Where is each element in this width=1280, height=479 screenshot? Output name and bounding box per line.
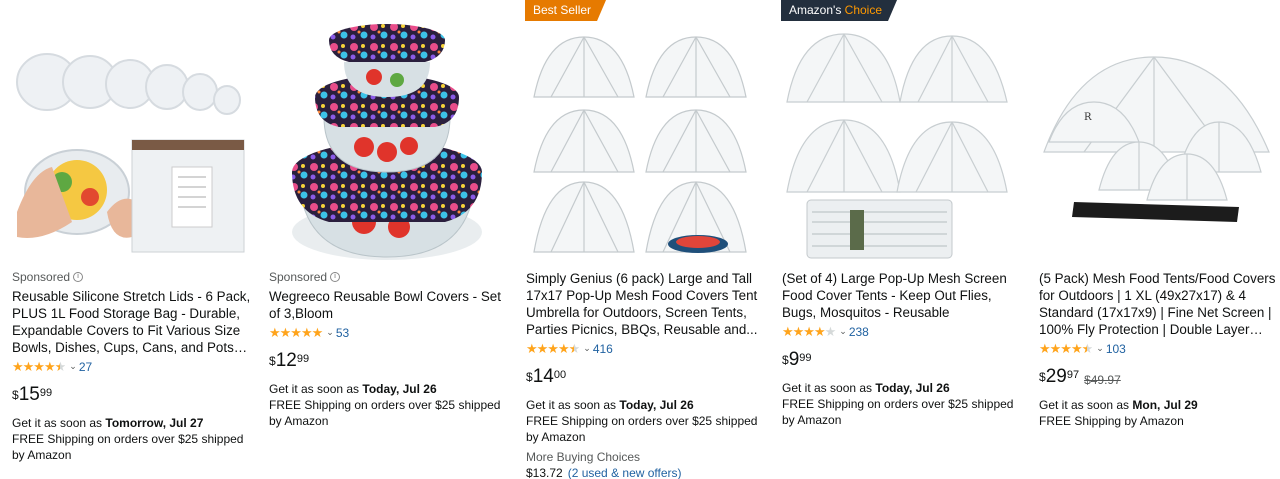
star-rating[interactable]: ★★★★★: [1039, 341, 1093, 357]
shipping-info: FREE Shipping on orders over $25 shipped…: [782, 397, 1014, 427]
rating-row[interactable]: ★★★★★ ⌄ 103: [1039, 340, 1279, 357]
best-seller-badge[interactable]: Best Seller: [525, 0, 606, 21]
product-title[interactable]: (5 Pack) Mesh Food Tents/Food Covers for…: [1039, 270, 1279, 338]
delivery-info: Get it as soon as Mon, Jul 29: [1039, 397, 1279, 413]
product-title[interactable]: Simply Genius (6 pack) Large and Tall 17…: [526, 270, 766, 338]
badge-prefix: Amazon's: [789, 3, 842, 17]
price-whole: 14: [532, 366, 554, 387]
delivery-info: Get it as soon as Tomorrow, Jul 27: [12, 415, 252, 431]
price[interactable]: $ 29 97 $49.97: [1039, 366, 1279, 388]
rating-row[interactable]: ★★★★★ ⌄ 416: [526, 340, 766, 357]
product-card[interactable]: Sponsored i Wegreeco Reusable Bowl Cover…: [269, 0, 514, 479]
amazons-choice-badge[interactable]: Amazon's Choice: [781, 0, 897, 21]
rating-row[interactable]: ★★★★★ ⌄ 238: [782, 323, 1022, 340]
product-title[interactable]: (Set of 4) Large Pop-Up Mesh Screen Food…: [782, 270, 1022, 321]
product-image[interactable]: [269, 22, 505, 262]
delivery-info: Get it as soon as Today, Jul 26: [269, 381, 509, 397]
product-card[interactable]: Sponsored i Reusable Silicone Stretch Li…: [12, 0, 257, 479]
price-whole: 15: [18, 384, 40, 405]
list-price: $49.97: [1084, 373, 1121, 387]
delivery-date: Today, Jul 26: [875, 381, 950, 395]
used-new-offers-link[interactable]: (2 used & new offers): [568, 466, 682, 479]
shipping-info: FREE Shipping by Amazon: [1039, 414, 1184, 428]
sponsored-text: Sponsored: [269, 270, 328, 284]
price-whole: 12: [275, 350, 297, 371]
price-fraction: 99: [39, 387, 53, 399]
delivery-date: Tomorrow, Jul 27: [105, 416, 204, 430]
rating-row[interactable]: ★★★★★ ⌄ 27: [12, 358, 252, 375]
price-symbol: $: [782, 353, 789, 367]
price[interactable]: $ 12 99: [269, 351, 509, 371]
review-count[interactable]: 238: [849, 325, 869, 339]
shipping-info: FREE Shipping on orders over $25 shipped…: [526, 414, 758, 444]
chevron-down-icon[interactable]: ⌄: [1096, 343, 1104, 354]
product-image[interactable]: [526, 22, 762, 262]
delivery-info: Get it as soon as Today, Jul 26: [526, 397, 766, 413]
delivery-prefix: Get it as soon as: [1039, 398, 1133, 412]
star-rating[interactable]: ★★★★★: [269, 325, 323, 341]
price-fraction: 99: [799, 352, 812, 364]
star-rating[interactable]: ★★★★★: [526, 341, 580, 357]
price-symbol: $: [12, 388, 19, 402]
svg-text:R: R: [1084, 112, 1092, 123]
more-buying-choices-label: More Buying Choices: [526, 450, 641, 464]
delivery-prefix: Get it as soon as: [526, 398, 620, 412]
price-fraction: 97: [1066, 369, 1080, 381]
delivery-prefix: Get it as soon as: [12, 416, 106, 430]
shipping-info: FREE Shipping on orders over $25 shipped…: [12, 432, 244, 462]
review-count[interactable]: 53: [336, 326, 349, 340]
price-whole: 9: [788, 349, 800, 370]
delivery-prefix: Get it as soon as: [782, 381, 876, 395]
review-count[interactable]: 27: [79, 360, 92, 374]
delivery-date: Mon, Jul 29: [1132, 398, 1198, 412]
rating-row[interactable]: ★★★★★ ⌄ 53: [269, 324, 509, 341]
info-circle-icon[interactable]: i: [330, 272, 341, 282]
price-symbol: $: [269, 354, 276, 368]
product-image[interactable]: [782, 22, 1018, 262]
delivery-prefix: Get it as soon as: [269, 382, 363, 396]
product-title[interactable]: Reusable Silicone Stretch Lids - 6 Pack,…: [12, 288, 252, 356]
product-image[interactable]: R: [1039, 22, 1275, 262]
sponsored-label[interactable]: Sponsored i: [269, 270, 509, 284]
search-results-row: Sponsored i Reusable Silicone Stretch Li…: [0, 0, 1280, 479]
product-image[interactable]: [12, 22, 248, 262]
delivery-date: Today, Jul 26: [362, 382, 437, 396]
chevron-down-icon[interactable]: ⌄: [583, 343, 591, 354]
star-rating[interactable]: ★★★★★: [12, 359, 66, 375]
more-buying-choices: $13.72 (2 used & new offers): [526, 465, 766, 479]
price[interactable]: $ 15 99: [12, 385, 252, 405]
product-card[interactable]: Best Seller Simply Genius (6 pack) Large…: [526, 0, 771, 479]
price-fraction: 99: [296, 353, 310, 365]
chevron-down-icon[interactable]: ⌄: [326, 327, 334, 338]
price-symbol: $: [526, 370, 533, 384]
price[interactable]: $ 14 00: [526, 367, 766, 387]
review-count[interactable]: 416: [593, 342, 613, 356]
price[interactable]: $ 9 99: [782, 350, 1022, 370]
star-rating[interactable]: ★★★★★: [782, 324, 836, 340]
product-card[interactable]: R (5 Pack) Mesh Food Tents/Food Covers f…: [1039, 0, 1280, 479]
product-card[interactable]: Amazon's Choice (Set of 4) Large Pop-Up …: [782, 0, 1027, 479]
sponsored-label[interactable]: Sponsored i: [12, 270, 252, 284]
sponsored-text: Sponsored: [12, 270, 71, 284]
chevron-down-icon[interactable]: ⌄: [839, 326, 847, 337]
shipping-info: FREE Shipping on orders over $25 shipped…: [269, 398, 501, 428]
delivery-info: Get it as soon as Today, Jul 26: [782, 380, 1022, 396]
product-title[interactable]: Wegreeco Reusable Bowl Covers - Set of 3…: [269, 288, 509, 322]
price-symbol: $: [1039, 370, 1046, 384]
price-fraction: 00: [553, 369, 567, 381]
more-buying-price: $13.72: [526, 466, 563, 479]
info-circle-icon[interactable]: i: [73, 272, 84, 282]
price-whole: 29: [1045, 366, 1067, 387]
chevron-down-icon[interactable]: ⌄: [69, 361, 77, 372]
review-count[interactable]: 103: [1106, 342, 1126, 356]
badge-highlight: Choice: [844, 3, 883, 17]
delivery-date: Today, Jul 26: [619, 398, 694, 412]
